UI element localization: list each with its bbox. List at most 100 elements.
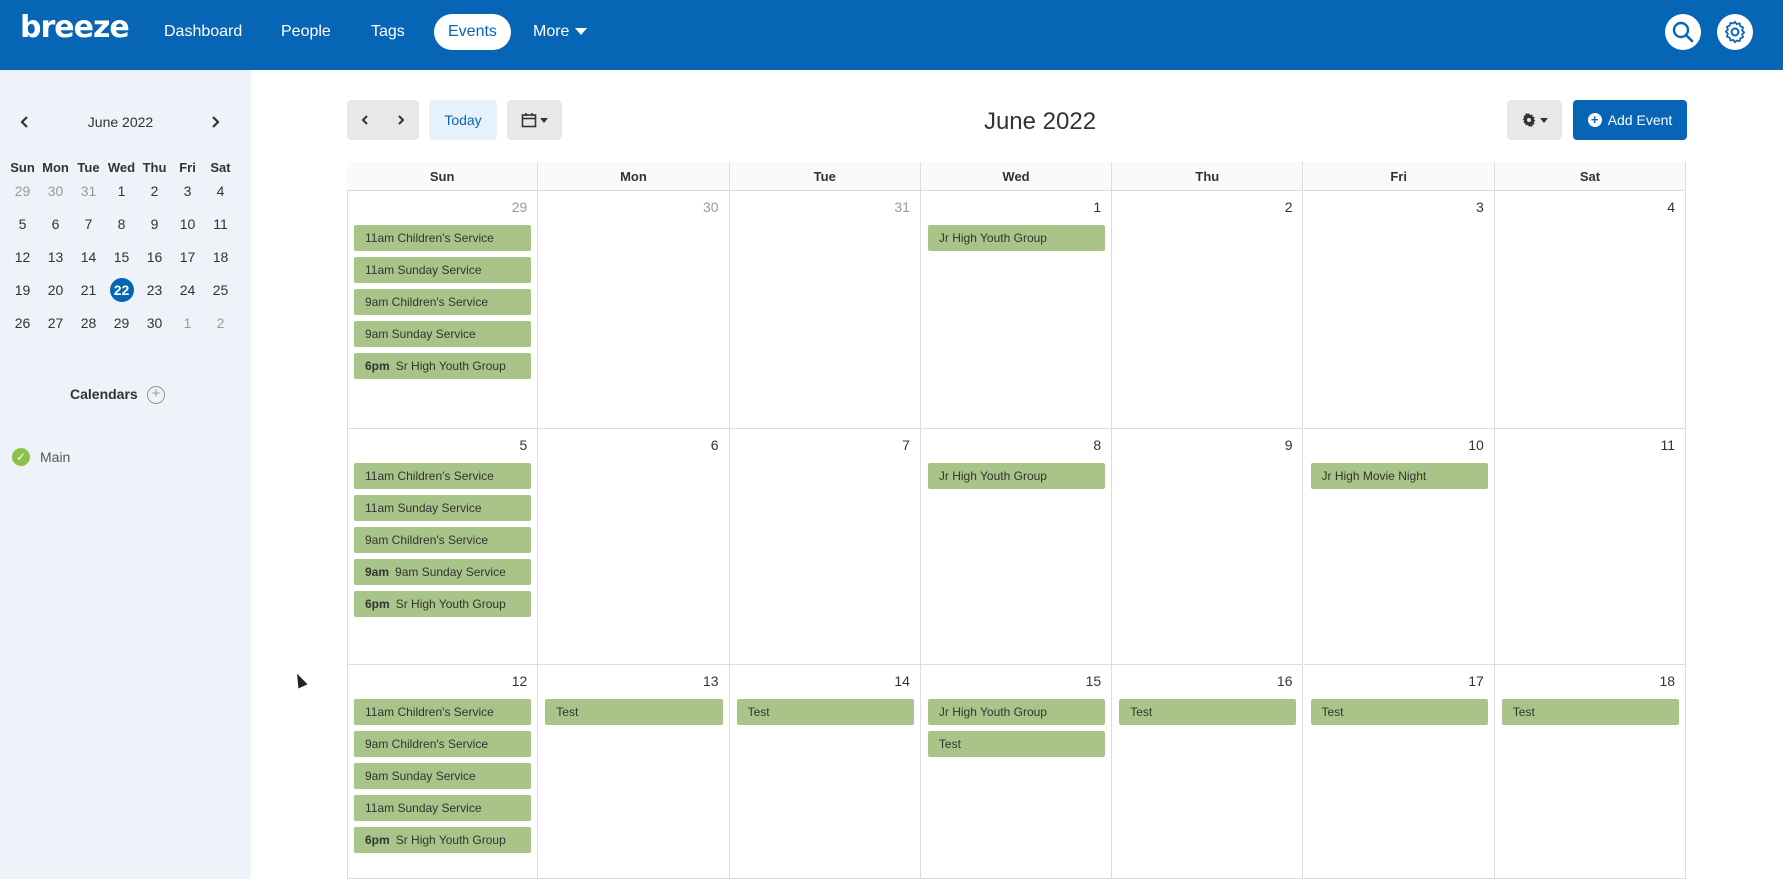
mini-day[interactable]: 15 — [105, 244, 138, 270]
day-number[interactable]: 18 — [1660, 673, 1676, 689]
mini-day[interactable]: 14 — [72, 244, 105, 270]
nav-tags[interactable]: Tags — [357, 14, 419, 50]
mini-day[interactable]: 29 — [6, 178, 39, 204]
day-number[interactable]: 13 — [703, 673, 719, 689]
day-cell[interactable]: 1 Jr High Youth Group — [920, 191, 1113, 429]
day-cell[interactable]: 3 — [1303, 191, 1495, 429]
mini-day[interactable]: 3 — [171, 178, 204, 204]
mini-day[interactable]: 19 — [6, 277, 39, 303]
event-item[interactable]: Test — [736, 699, 914, 725]
mini-day[interactable]: 17 — [171, 244, 204, 270]
mini-day[interactable]: 9 — [138, 211, 171, 237]
mini-day[interactable]: 30 — [39, 178, 72, 204]
day-number[interactable]: 9 — [1285, 437, 1293, 453]
mini-day[interactable]: 2 — [138, 178, 171, 204]
mini-day[interactable]: 5 — [6, 211, 39, 237]
event-item[interactable]: 11am Sunday Service — [354, 495, 532, 521]
event-item[interactable]: Test — [1119, 699, 1297, 725]
mini-day[interactable]: 31 — [72, 178, 105, 204]
event-item[interactable]: 9am Sunday Service — [354, 763, 532, 789]
event-item[interactable]: 11am Sunday Service — [354, 257, 532, 283]
event-item[interactable]: Test — [545, 699, 723, 725]
day-number[interactable]: 2 — [1285, 199, 1293, 215]
mini-day[interactable]: 22 — [105, 277, 138, 303]
event-item[interactable]: 9am Sunday Service — [354, 321, 532, 347]
mini-day[interactable]: 6 — [39, 211, 72, 237]
nav-more[interactable]: More — [519, 14, 601, 50]
today-button[interactable]: Today — [429, 100, 497, 140]
mini-day[interactable]: 16 — [138, 244, 171, 270]
mini-day[interactable]: 13 — [39, 244, 72, 270]
day-number[interactable]: 1 — [1093, 199, 1101, 215]
day-cell[interactable]: 16 Test — [1112, 665, 1304, 879]
event-item[interactable]: Test — [1310, 699, 1488, 725]
day-cell[interactable]: 11 — [1494, 429, 1687, 665]
day-number[interactable]: 16 — [1277, 673, 1293, 689]
event-item[interactable]: 6pm Sr High Youth Group — [354, 591, 532, 617]
mini-day[interactable]: 29 — [105, 310, 138, 336]
mini-day[interactable]: 26 — [6, 310, 39, 336]
mini-day[interactable]: 10 — [171, 211, 204, 237]
event-item[interactable]: 6pm Sr High Youth Group — [354, 827, 532, 853]
app-logo[interactable]: breeze — [20, 10, 130, 45]
add-calendar-button[interactable]: + — [147, 386, 165, 404]
settings-button[interactable] — [1717, 14, 1753, 50]
calendar-item-main[interactable]: ✓ Main — [12, 448, 70, 466]
nav-dashboard[interactable]: Dashboard — [150, 14, 256, 50]
day-number[interactable]: 15 — [1086, 673, 1102, 689]
mini-day[interactable]: 1 — [171, 310, 204, 336]
event-item[interactable]: 9am 9am Sunday Service — [354, 559, 532, 585]
day-cell[interactable]: 29 11am Children's Service 11am Sunday Ser… — [347, 191, 539, 429]
day-number[interactable]: 11 — [1661, 437, 1676, 453]
mini-day[interactable]: 4 — [204, 178, 237, 204]
event-item[interactable]: Jr High Youth Group — [927, 463, 1106, 489]
mini-day[interactable]: 28 — [72, 310, 105, 336]
day-number[interactable]: 3 — [1476, 199, 1484, 215]
day-number[interactable]: 10 — [1468, 437, 1484, 453]
search-button[interactable] — [1665, 14, 1701, 50]
mini-day[interactable]: 7 — [72, 211, 105, 237]
day-cell[interactable]: 7 — [729, 429, 921, 665]
day-number[interactable]: 31 — [894, 199, 910, 215]
mini-day[interactable]: 8 — [105, 211, 138, 237]
view-picker-button[interactable] — [507, 100, 562, 140]
event-item[interactable]: 11am Sunday Service — [354, 795, 532, 821]
prev-month-button[interactable] — [347, 100, 383, 140]
mini-day[interactable]: 20 — [39, 277, 72, 303]
day-number[interactable]: 14 — [894, 673, 910, 689]
day-cell[interactable]: 30 — [538, 191, 730, 429]
day-cell[interactable]: 10 Jr High Movie Night — [1303, 429, 1495, 665]
mini-day[interactable]: 2 — [204, 310, 237, 336]
day-cell[interactable]: 12 11am Children's Service 9am Children's … — [347, 665, 539, 879]
event-item[interactable]: Jr High Youth Group — [927, 699, 1106, 725]
day-number[interactable]: 12 — [512, 673, 528, 689]
mini-day[interactable]: 27 — [39, 310, 72, 336]
day-cell[interactable]: 14 Test — [729, 665, 921, 879]
event-item[interactable]: Jr High Movie Night — [1310, 463, 1488, 489]
next-month-button[interactable] — [383, 100, 419, 140]
event-item[interactable]: Test — [927, 731, 1106, 757]
day-number[interactable]: 17 — [1468, 673, 1484, 689]
day-number[interactable]: 7 — [902, 437, 910, 453]
mini-day[interactable]: 25 — [204, 277, 237, 303]
mini-next-button[interactable] — [205, 112, 225, 132]
event-item[interactable]: 11am Children's Service — [354, 699, 532, 725]
day-cell[interactable]: 17 Test — [1303, 665, 1495, 879]
day-cell[interactable]: 4 — [1494, 191, 1687, 429]
mini-day[interactable]: 1 — [105, 178, 138, 204]
day-number[interactable]: 5 — [520, 437, 528, 453]
day-cell[interactable]: 15 Jr High Youth Group Test — [920, 665, 1113, 879]
day-number[interactable]: 8 — [1093, 437, 1101, 453]
day-number[interactable]: 30 — [703, 199, 719, 215]
event-item[interactable]: 9am Children's Service — [354, 289, 532, 315]
day-cell[interactable]: 13 Test — [538, 665, 730, 879]
day-number[interactable]: 6 — [711, 437, 719, 453]
mini-day[interactable]: 21 — [72, 277, 105, 303]
day-cell[interactable]: 5 11am Children's Service 11am Sunday Serv… — [347, 429, 539, 665]
day-cell[interactable]: 2 — [1112, 191, 1304, 429]
day-cell[interactable]: 31 — [729, 191, 921, 429]
event-item[interactable]: 11am Children's Service — [354, 463, 532, 489]
mini-day[interactable]: 12 — [6, 244, 39, 270]
event-item[interactable]: 11am Children's Service — [354, 225, 532, 251]
day-cell[interactable]: 6 — [538, 429, 730, 665]
